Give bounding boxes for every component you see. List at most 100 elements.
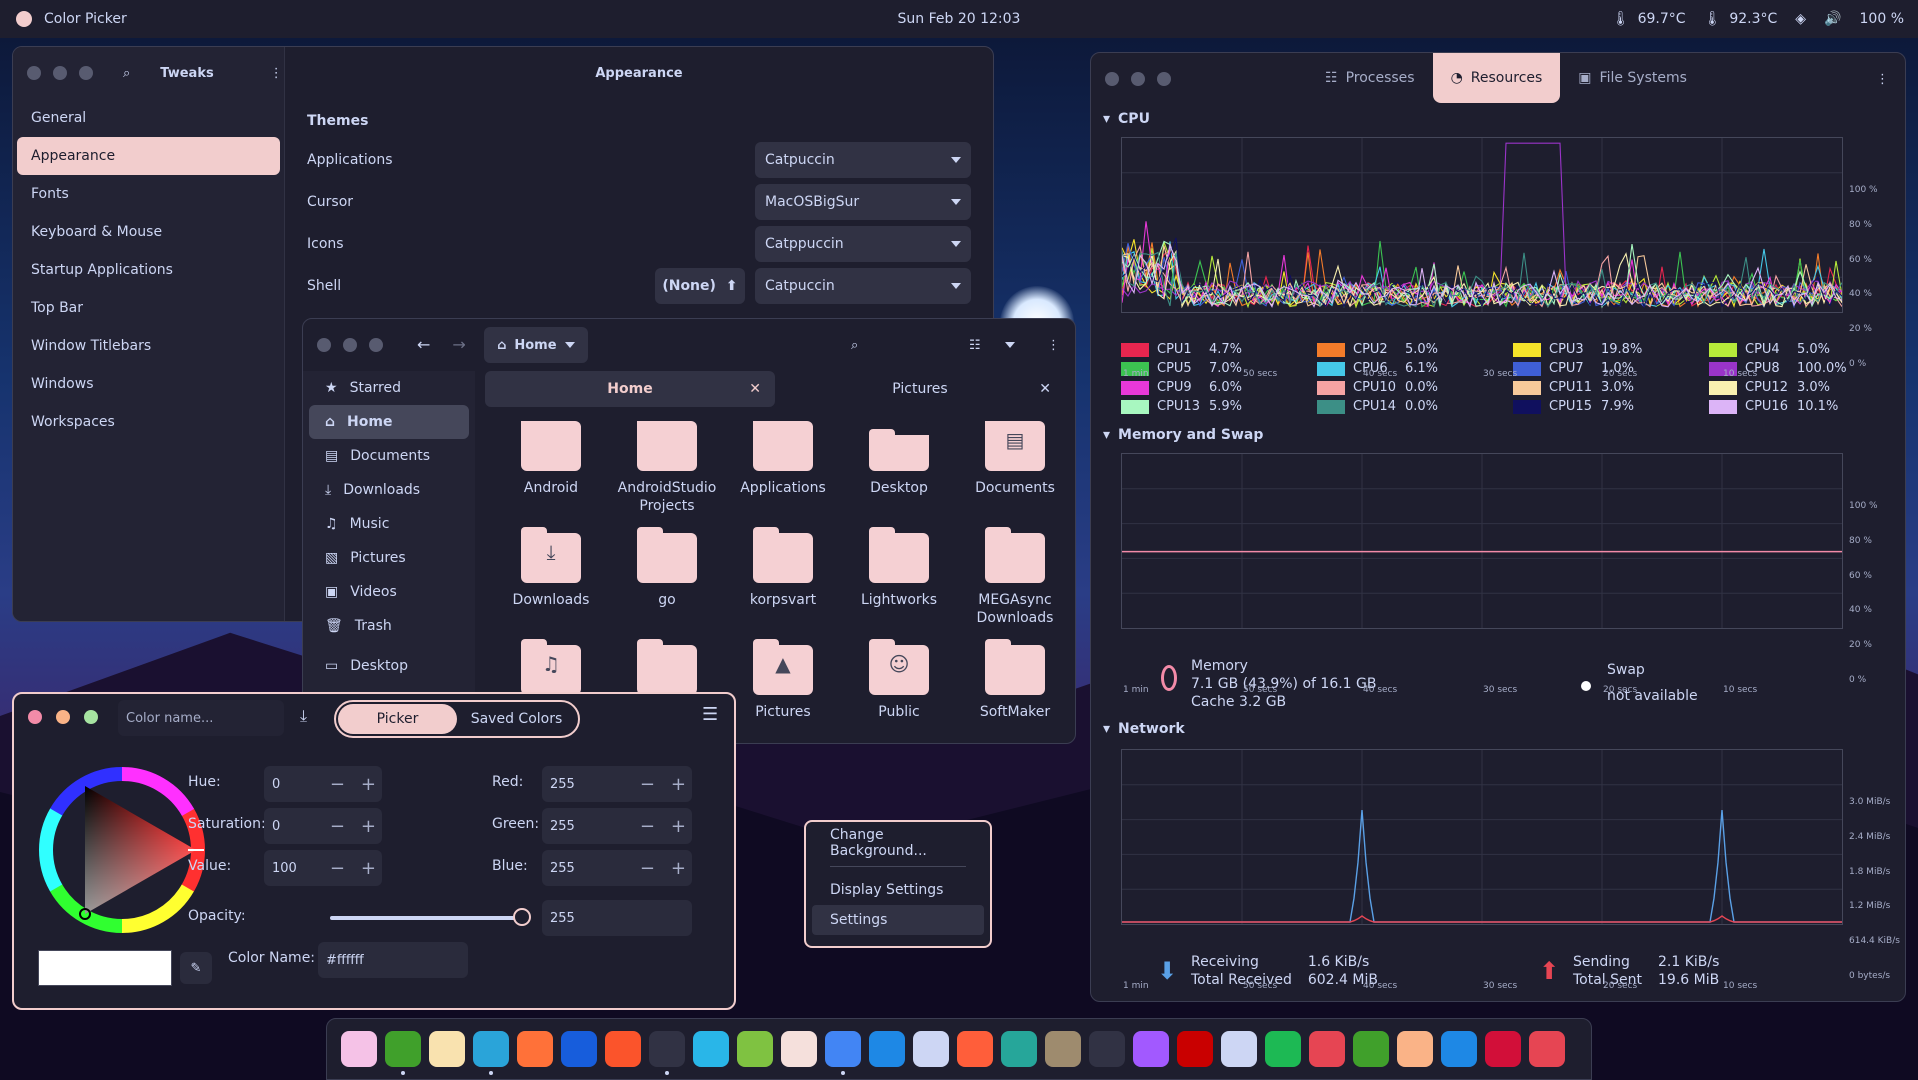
screenshot-icon[interactable]: [1001, 1031, 1037, 1067]
brave-icon[interactable]: [605, 1031, 641, 1067]
folder-item[interactable]: AndroidStudio Projects: [609, 421, 725, 533]
sidebar-item-starred[interactable]: ★ Starred: [309, 371, 469, 405]
menu-item-change-background[interactable]: Change Background...: [812, 827, 984, 859]
menu-kebab-icon[interactable]: ⋮: [1047, 339, 1060, 352]
close-icon[interactable]: ✕: [1039, 381, 1051, 397]
minus-icon[interactable]: −: [330, 774, 345, 795]
folder-item[interactable]: ⤓ Downloads: [493, 527, 609, 645]
shell-theme-file-button[interactable]: (None) ⬆: [655, 268, 745, 304]
maximize-button[interactable]: [1157, 72, 1171, 86]
color-icon[interactable]: [957, 1031, 993, 1067]
mail-icon[interactable]: [869, 1031, 905, 1067]
folder-item[interactable]: ▤ Documents: [957, 421, 1065, 533]
folder-item[interactable]: Desktop: [841, 421, 957, 533]
audio-icon[interactable]: [1309, 1031, 1345, 1067]
sidebar-item-documents[interactable]: ▤ Documents: [309, 439, 469, 473]
plus-icon[interactable]: +: [361, 858, 376, 879]
opacity-slider[interactable]: [330, 916, 522, 920]
nav-window-titlebars[interactable]: Window Titlebars: [17, 327, 280, 365]
text-editor-icon[interactable]: [781, 1031, 817, 1067]
opacity-slider-thumb[interactable]: [513, 908, 531, 926]
plus-icon[interactable]: +: [671, 816, 686, 837]
minimize-button[interactable]: [343, 338, 357, 352]
minus-icon[interactable]: −: [640, 858, 655, 879]
view-list-icon[interactable]: ☷: [969, 339, 981, 352]
folder-item[interactable]: Applications: [725, 421, 841, 533]
nav-fonts[interactable]: Fonts: [17, 175, 280, 213]
maximize-button[interactable]: [84, 710, 98, 724]
green-spinner[interactable]: 255 − +: [542, 808, 692, 844]
nav-general[interactable]: General: [17, 99, 280, 137]
rider-icon[interactable]: [1177, 1031, 1213, 1067]
plus-icon[interactable]: +: [671, 774, 686, 795]
sidebar-item-trash[interactable]: 🗑 Trash: [309, 609, 469, 643]
close-button[interactable]: [1105, 72, 1119, 86]
folder-item[interactable]: ▲ Pictures: [725, 639, 841, 743]
shell-theme-dropdown[interactable]: Catpuccin: [755, 268, 971, 304]
nav-appearance[interactable]: Appearance: [17, 137, 280, 175]
sidebar-item-home[interactable]: ⌂ Home: [309, 405, 469, 439]
sidebar-item-videos[interactable]: ▣ Videos: [309, 575, 469, 609]
alacritty-icon[interactable]: [341, 1031, 377, 1067]
tab-home[interactable]: Home ✕: [485, 371, 775, 407]
close-button[interactable]: [28, 710, 42, 724]
volume-icon[interactable]: 🔊: [1824, 12, 1841, 26]
forward-arrow-icon[interactable]: →: [452, 337, 465, 353]
clock[interactable]: Sun Feb 20 12:03: [898, 11, 1021, 27]
tab-picker[interactable]: Picker: [338, 704, 457, 734]
spotify-icon[interactable]: [1265, 1031, 1301, 1067]
folder-item[interactable]: korpsvart: [725, 527, 841, 645]
download-icon[interactable]: ⤓: [300, 708, 307, 724]
tab-processes[interactable]: ☷ Processes: [1307, 53, 1433, 103]
tab-file-systems[interactable]: ▣ File Systems: [1560, 53, 1705, 103]
notes-icon[interactable]: [429, 1031, 465, 1067]
battery-level[interactable]: 100 %: [1860, 11, 1904, 27]
back-arrow-icon[interactable]: ←: [417, 337, 430, 353]
menu-item-settings[interactable]: Settings: [812, 905, 984, 935]
minus-icon[interactable]: −: [640, 816, 655, 837]
nav-workspaces[interactable]: Workspaces: [17, 403, 280, 441]
maximize-button[interactable]: [79, 66, 93, 80]
settings-icon[interactable]: [1441, 1031, 1477, 1067]
sidebar-item-downloads[interactable]: ⤓ Downloads: [309, 473, 469, 507]
plus-icon[interactable]: +: [671, 858, 686, 879]
search-icon[interactable]: ⌕: [851, 339, 858, 352]
maps-icon[interactable]: [385, 1031, 421, 1075]
saturation-spinner[interactable]: 0 − +: [264, 808, 382, 844]
system-tray[interactable]: 🌡 69.7°C 🌡 92.3°C ◈ 🔊 100 %: [1612, 11, 1904, 27]
calendar-icon[interactable]: [913, 1031, 949, 1067]
inkscape-icon[interactable]: [737, 1031, 773, 1067]
minus-icon[interactable]: −: [330, 816, 345, 837]
plus-icon[interactable]: +: [361, 774, 376, 795]
wifi-icon[interactable]: ◈: [1795, 12, 1806, 26]
menu-item-display-settings[interactable]: Display Settings: [812, 875, 984, 905]
terminal-icon[interactable]: [649, 1031, 685, 1075]
qemu-icon[interactable]: [1221, 1031, 1257, 1067]
nav-top-bar[interactable]: Top Bar: [17, 289, 280, 327]
telegram-icon[interactable]: [473, 1031, 509, 1075]
menu-kebab-icon[interactable]: ⋮: [270, 67, 283, 80]
chrome-icon[interactable]: [825, 1031, 861, 1075]
active-app-menu[interactable]: Color Picker: [16, 11, 127, 27]
opacity-entry[interactable]: 255: [542, 900, 692, 936]
hamburger-menu-icon[interactable]: ☰: [702, 706, 718, 724]
close-icon[interactable]: ✕: [749, 381, 761, 397]
sidebar-item-desktop[interactable]: ▭ Desktop: [309, 649, 469, 683]
minus-icon[interactable]: −: [330, 858, 345, 879]
hue-spinner[interactable]: 0 − +: [264, 766, 382, 802]
icons-theme-dropdown[interactable]: Catppuccin: [755, 226, 971, 262]
minus-icon[interactable]: −: [640, 774, 655, 795]
search-icon[interactable]: ⌕: [123, 67, 130, 80]
sidebar-item-music[interactable]: ♫ Music: [309, 507, 469, 541]
figma-icon[interactable]: [1133, 1031, 1169, 1067]
nav-startup-applications[interactable]: Startup Applications: [17, 251, 280, 289]
bitwarden-icon[interactable]: [561, 1031, 597, 1067]
minimize-button[interactable]: [53, 66, 67, 80]
nav-windows[interactable]: Windows: [17, 365, 280, 403]
code-icon[interactable]: [693, 1031, 729, 1067]
tab-resources[interactable]: ◔ Resources: [1432, 53, 1561, 103]
folder-item[interactable]: SoftMaker: [957, 639, 1065, 743]
tab-pictures[interactable]: Pictures ✕: [775, 371, 1065, 407]
cpu-section-header[interactable]: ▾ CPU: [1103, 111, 1150, 127]
menu-kebab-icon[interactable]: ⋮: [1876, 73, 1889, 86]
